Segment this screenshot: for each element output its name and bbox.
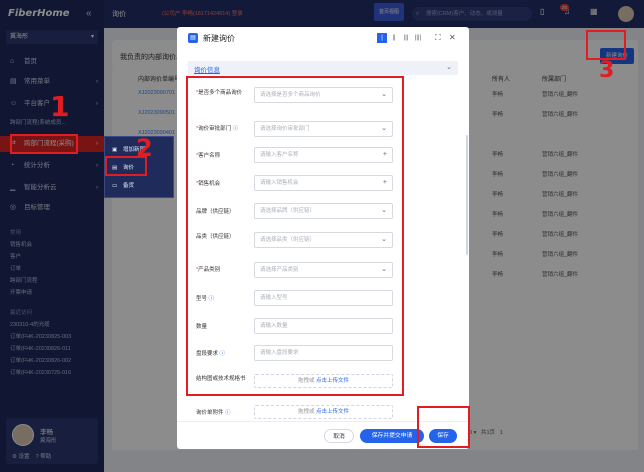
dialog-title: 新建询价 (203, 34, 235, 43)
field-label: 询价单附件 ⓘ (196, 410, 231, 416)
step-number-3: 3 (599, 58, 615, 83)
box-icon: ▭ (112, 183, 118, 189)
info-icon: ⓘ (225, 410, 231, 416)
section-title: 询价信息 (194, 67, 220, 74)
form-icon: ▤ (188, 33, 198, 43)
chevron-down-icon: ⌄ (446, 64, 452, 71)
highlight-box-new-button (586, 30, 626, 60)
layout-four-column-icon[interactable]: |||| (413, 33, 423, 43)
fullscreen-icon[interactable]: ⛶ (435, 33, 441, 43)
close-icon[interactable]: ✕ (449, 33, 456, 42)
layout-one-column-icon[interactable]: | (377, 33, 387, 43)
dialog-toolbar: | || ||| |||| ⛶ ✕ (377, 33, 467, 45)
highlight-box-menu (10, 134, 78, 154)
highlight-box-save (417, 406, 470, 448)
highlight-box-form (186, 76, 404, 396)
cancel-button[interactable]: 取消 (324, 429, 354, 443)
step-number-1: 1 (50, 90, 70, 123)
layout-two-column-icon[interactable]: || (389, 33, 399, 43)
layout-three-column-icon[interactable]: ||| (401, 33, 411, 43)
section-header[interactable]: 询价信息 ⌄ (188, 61, 458, 75)
cart-icon: ▣ (112, 147, 118, 153)
scrollbar[interactable] (466, 135, 468, 255)
save-submit-button[interactable]: 保存并提交申请 (360, 429, 424, 443)
submenu-label: 备货 (123, 183, 135, 189)
attachment-upload-area[interactable]: 拖拽或 点击上传文件 (254, 405, 393, 419)
submenu-item-stock[interactable]: ▭ 备货 (109, 179, 171, 193)
upload-link: 点击上传文件 (316, 409, 350, 415)
step-number-2: 2 (136, 134, 153, 162)
